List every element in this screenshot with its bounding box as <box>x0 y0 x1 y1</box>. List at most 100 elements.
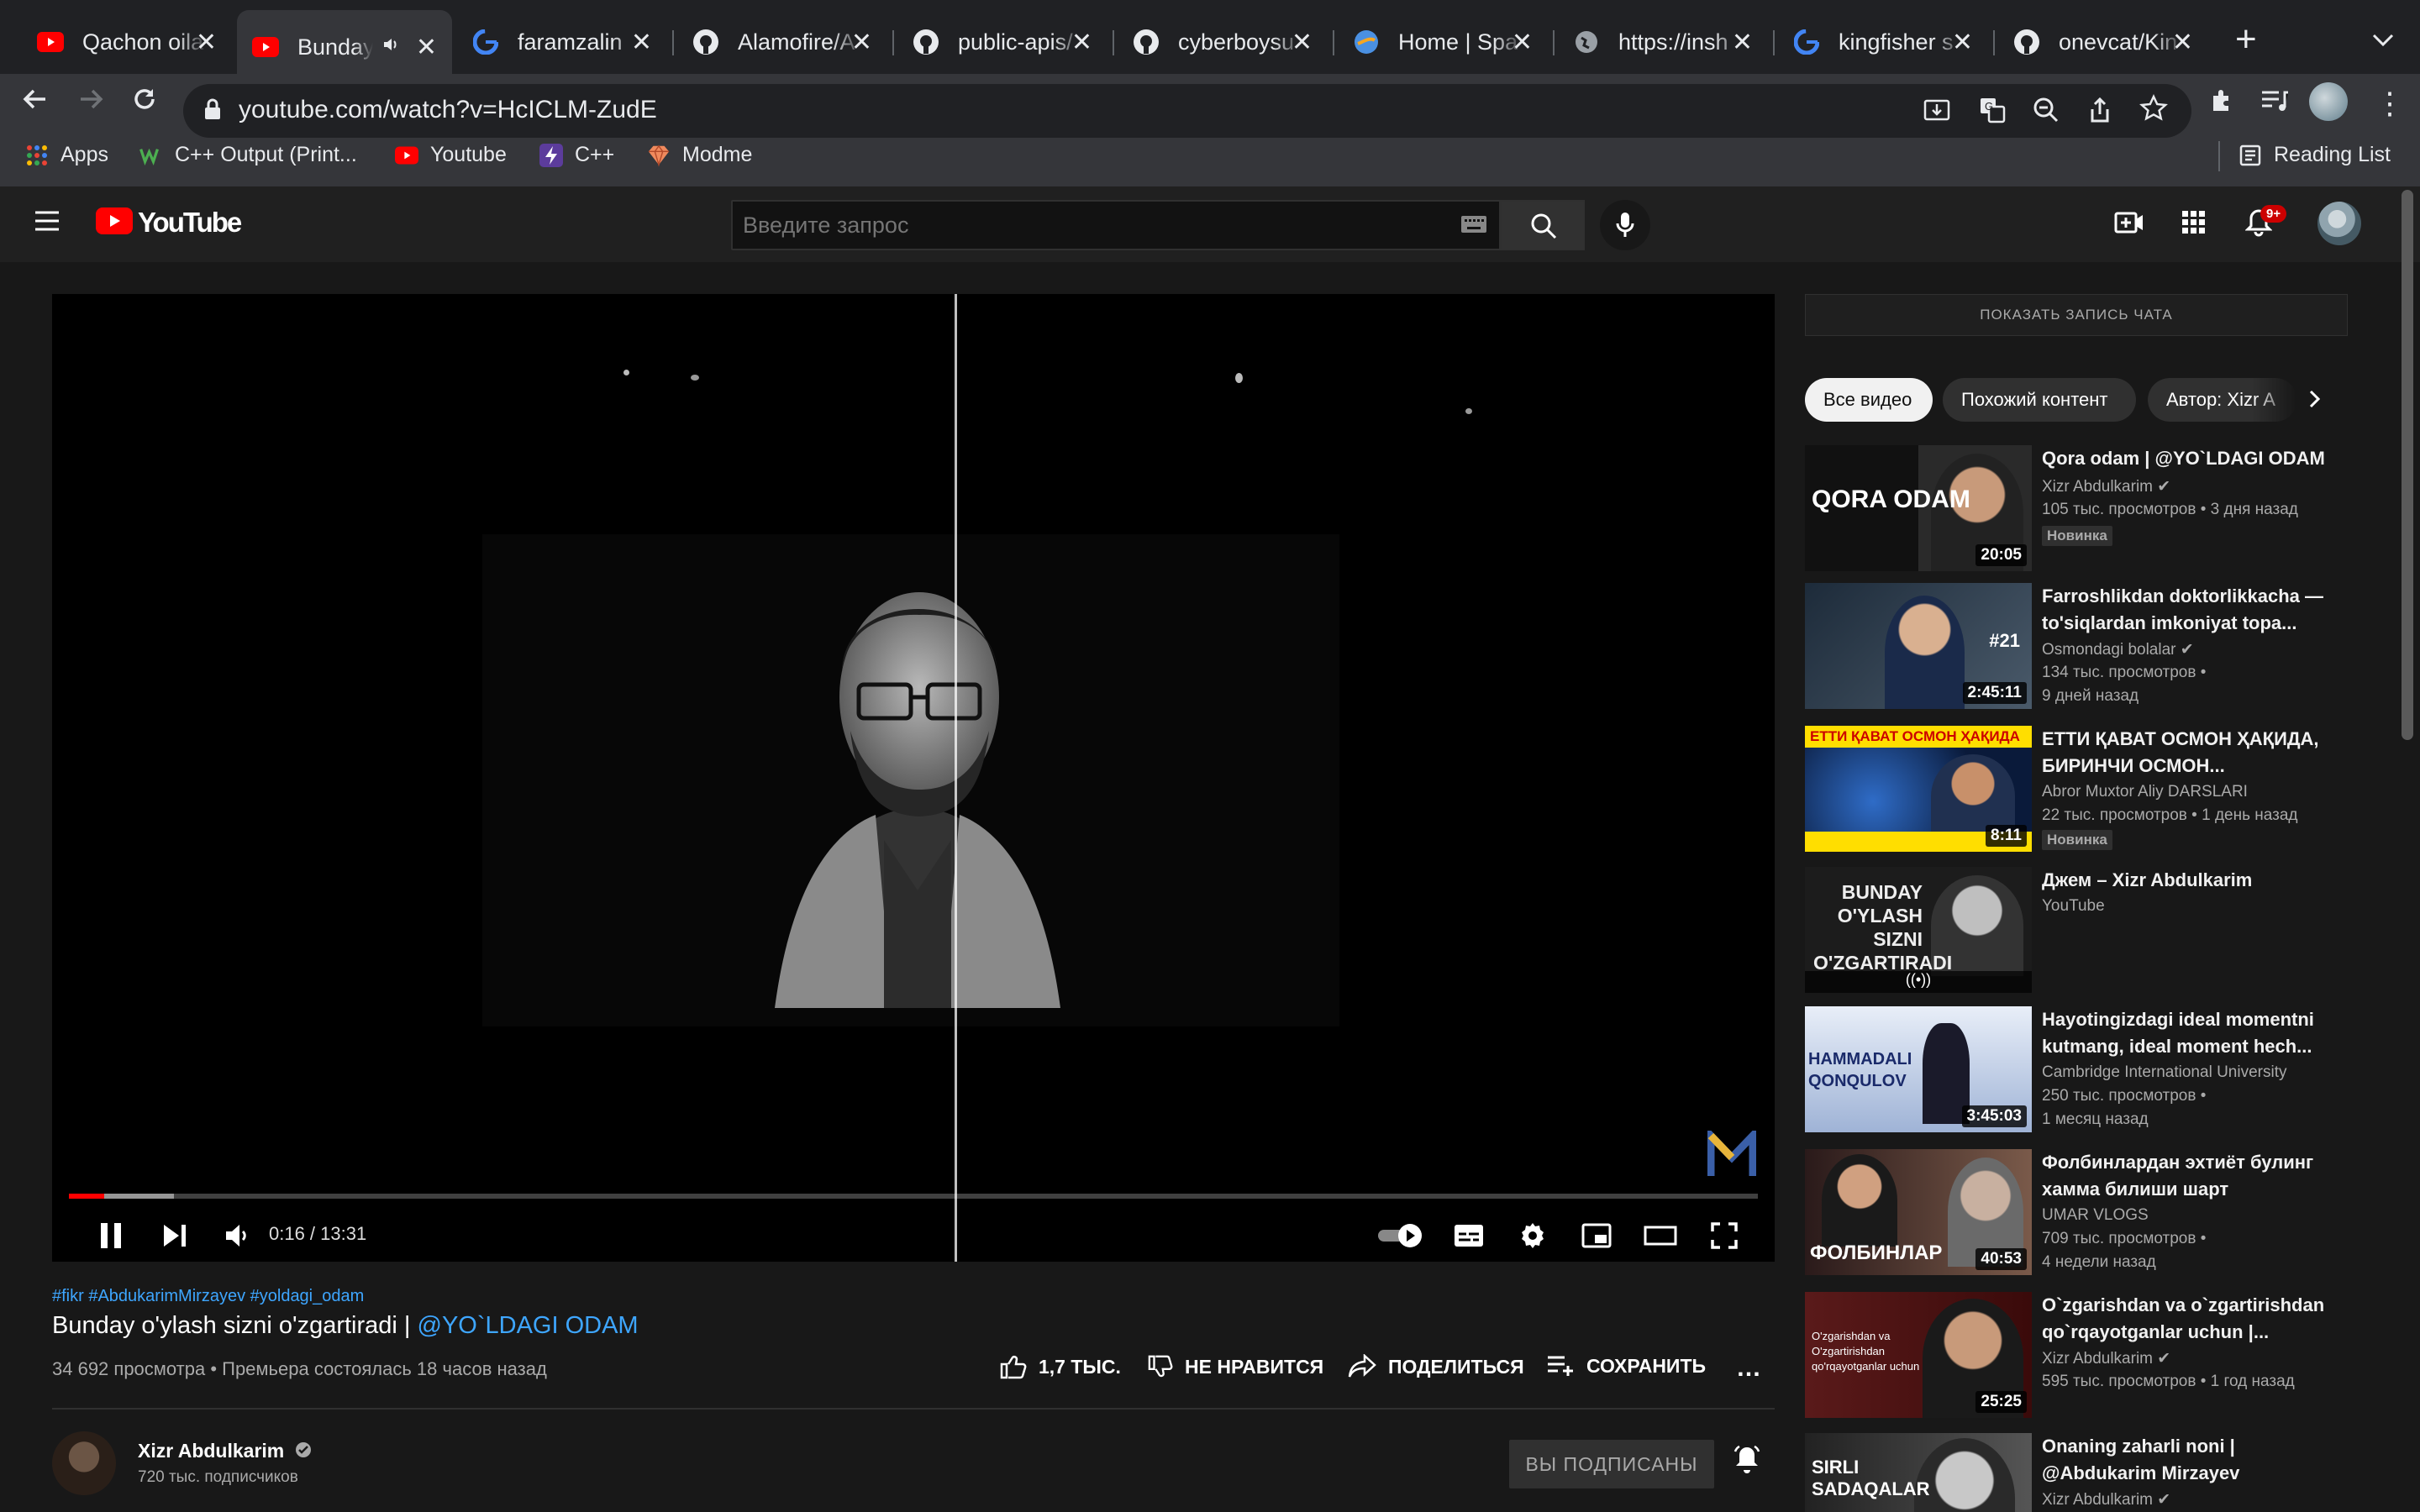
chevron-right-icon[interactable] <box>2306 386 2323 416</box>
channel-label[interactable]: Cambridge International University <box>2042 1063 2286 1082</box>
channel-watermark-logo[interactable] <box>1707 1126 1757 1184</box>
video-title-handle-link[interactable]: @YO`LDAGI ODAM <box>418 1312 639 1339</box>
bookmark-cpp-output[interactable]: C++ Output (Print... <box>139 143 357 167</box>
video-title[interactable]: O`zgarishdan va o`zgartirishdan qo`rqayo… <box>2042 1292 2336 1346</box>
seek-bar[interactable] <box>69 1194 1758 1199</box>
subscribed-button[interactable]: ВЫ ПОДПИСАНЫ <box>1509 1440 1714 1488</box>
bookmark-youtube[interactable]: Youtube <box>395 143 507 167</box>
dislike-button[interactable]: НЕ НРАВИТСЯ <box>1148 1354 1323 1379</box>
bookmark-apps[interactable]: Apps <box>25 143 108 167</box>
autoplay-toggle[interactable] <box>1371 1210 1430 1262</box>
video-thumbnail[interactable]: QORA ODAM 20:05 <box>1805 445 2032 571</box>
browser-tab[interactable]: onevcat/Kin ✕ <box>1998 10 2208 74</box>
translate-icon[interactable]: G <box>1978 96 2007 129</box>
video-thumbnail[interactable]: O'zgarishdan va O'zgartirishdan qo'rqayo… <box>1805 1292 2032 1418</box>
close-icon[interactable]: ✕ <box>416 33 437 62</box>
save-button[interactable]: СОХРАНИТЬ <box>1546 1354 1706 1378</box>
close-icon[interactable]: ✕ <box>2172 28 2193 57</box>
close-icon[interactable]: ✕ <box>1071 28 1092 57</box>
video-thumbnail[interactable]: BUNDAY O'YLASH SIZNI O'ZGARTIRADI ((•)) <box>1805 867 2032 993</box>
browser-tab[interactable]: Qachon oila ✕ <box>22 10 232 74</box>
recommended-video[interactable]: ФОЛБИНЛАР 40:53 Фолбинлардан эхтиёт були… <box>1805 1149 2343 1275</box>
channel-avatar[interactable] <box>52 1431 116 1495</box>
speaker-icon[interactable] <box>381 34 402 60</box>
zoom-out-icon[interactable] <box>2032 96 2060 129</box>
keyboard-icon[interactable] <box>1460 215 1487 238</box>
recommended-video[interactable]: QORA ODAM 20:05 Qora odam | @YO`LDAGI OD… <box>1805 445 2343 571</box>
theater-mode-button[interactable] <box>1635 1210 1686 1262</box>
chip-related[interactable]: Похожий контент <box>1943 378 2136 422</box>
chip-from-channel[interactable]: Автор: Xizr A <box>2148 378 2297 422</box>
video-title[interactable]: Qora odam | @YO`LDAGI ODAM <box>2042 445 2336 472</box>
back-button[interactable] <box>20 84 50 122</box>
close-icon[interactable]: ✕ <box>196 28 217 57</box>
video-thumbnail[interactable]: ФОЛБИНЛАР 40:53 <box>1805 1149 2032 1275</box>
close-icon[interactable]: ✕ <box>851 28 872 57</box>
miniplayer-button[interactable] <box>1571 1210 1622 1262</box>
close-icon[interactable]: ✕ <box>1732 28 1753 57</box>
channel-label[interactable]: Osmondagi bolalar ✔ <box>2042 640 2194 659</box>
share-icon[interactable] <box>2086 96 2114 129</box>
search-input[interactable] <box>733 202 1405 249</box>
share-button[interactable]: ПОДЕЛИТЬСЯ <box>1348 1354 1524 1379</box>
browser-tab[interactable]: Alamofire/A ✕ <box>677 10 887 74</box>
video-title[interactable]: Джем – Xizr Abdulkarim <box>2042 867 2336 894</box>
settings-gear-icon[interactable] <box>1507 1210 1558 1262</box>
next-button[interactable] <box>150 1210 200 1262</box>
recommended-video[interactable]: ЕТТИ ҚАВАТ ОСМОН ҲАҚИДА 8:11 ЕТТИ ҚАВАТ … <box>1805 726 2343 852</box>
hamburger-menu-icon[interactable] <box>34 210 60 236</box>
recommended-video[interactable]: #21 2:45:11 Farroshlikdan doktorlikkacha… <box>1805 583 2343 709</box>
browser-tab[interactable]: https://insh ✕ <box>1558 10 1768 74</box>
video-thumbnail[interactable]: #21 2:45:11 <box>1805 583 2032 709</box>
volume-button[interactable] <box>212 1210 262 1262</box>
menu-kebab-icon[interactable]: ⋮ <box>2375 86 2405 121</box>
browser-tab[interactable]: kingfisher s ✕ <box>1778 10 1988 74</box>
video-title[interactable]: Фолбинлардан эхтиёт булинг хамма билиши … <box>2042 1149 2336 1203</box>
channel-name[interactable]: Xizr Abdulkarim <box>138 1440 312 1463</box>
browser-tab[interactable]: public-apis/ ✕ <box>897 10 1107 74</box>
close-icon[interactable]: ✕ <box>1952 28 1973 57</box>
search-button[interactable] <box>1501 200 1585 250</box>
extensions-icon[interactable] <box>2208 87 2235 122</box>
channel-label[interactable]: Abror Muxtor Aliy DARSLARI <box>2042 783 2248 801</box>
chip-all-videos[interactable]: Все видео <box>1805 378 1933 422</box>
browser-tab[interactable]: faramzalin ✕ <box>457 10 667 74</box>
like-button[interactable]: 1,7 ТЫС. <box>1000 1354 1121 1379</box>
install-icon[interactable] <box>1923 96 1951 129</box>
bookmark-cpp[interactable]: C++ <box>539 143 614 167</box>
video-title[interactable]: ЕТТИ ҚАВАТ ОСМОН ҲАҚИДА, БИРИНЧИ ОСМОН..… <box>2042 726 2336 780</box>
reading-list-button[interactable]: Reading List <box>2238 143 2391 167</box>
profile-avatar[interactable] <box>2309 82 2348 121</box>
apps-icon[interactable] <box>2181 210 2207 239</box>
recommended-video[interactable]: O'zgarishdan va O'zgartirishdan qo'rqayo… <box>1805 1292 2343 1418</box>
recommended-video[interactable]: HAMMADALI QONQULOV 3:45:03 Hayotingizdag… <box>1805 1006 2343 1132</box>
media-controls-icon[interactable] <box>2260 87 2289 122</box>
channel-label[interactable]: Xizr Abdulkarim ✔ <box>2042 1349 2170 1368</box>
browser-tab-active[interactable]: Bunday ✕ <box>237 10 452 84</box>
show-chat-replay-button[interactable]: ПОКАЗАТЬ ЗАПИСЬ ЧАТА <box>1805 294 2348 336</box>
youtube-logo[interactable]: YouTube <box>96 207 242 239</box>
create-video-icon[interactable] <box>2114 210 2144 239</box>
youtube-avatar[interactable] <box>2317 202 2361 245</box>
recommended-video[interactable]: SIRLI SADAQALAR Onaning zaharli noni | @… <box>1805 1433 2343 1512</box>
browser-tab[interactable]: Home | Spa ✕ <box>1338 10 1548 74</box>
channel-label[interactable]: YouTube <box>2042 897 2105 916</box>
channel-label[interactable]: Xizr Abdulkarim ✔ <box>2042 477 2170 496</box>
video-title[interactable]: Farroshlikdan doktorlikkacha — to'siqlar… <box>2042 583 2336 637</box>
notification-bell-filled-icon[interactable] <box>1733 1445 1761 1479</box>
channel-label[interactable]: UMAR VLOGS <box>2042 1206 2149 1225</box>
pause-button[interactable] <box>86 1210 136 1262</box>
bookmark-modme[interactable]: Modme <box>647 143 752 167</box>
browser-tab[interactable]: cyberboysu ✕ <box>1118 10 1328 74</box>
lock-icon[interactable] <box>203 97 222 125</box>
fullscreen-button[interactable] <box>1699 1210 1749 1262</box>
video-title[interactable]: Onaning zaharli noni | @Abdukarim Mirzay… <box>2042 1433 2336 1487</box>
reload-button[interactable] <box>129 84 160 122</box>
video-player[interactable]: 0:16 / 13:31 <box>52 294 1775 1262</box>
recommended-mix[interactable]: BUNDAY O'YLASH SIZNI O'ZGARTIRADI ((•)) … <box>1805 867 2343 993</box>
video-thumbnail[interactable]: SIRLI SADAQALAR <box>1805 1433 2032 1512</box>
close-icon[interactable]: ✕ <box>631 28 652 57</box>
video-thumbnail[interactable]: ЕТТИ ҚАВАТ ОСМОН ҲАҚИДА 8:11 <box>1805 726 2032 852</box>
forward-button[interactable] <box>76 84 106 122</box>
video-thumbnail[interactable]: HAMMADALI QONQULOV 3:45:03 <box>1805 1006 2032 1132</box>
